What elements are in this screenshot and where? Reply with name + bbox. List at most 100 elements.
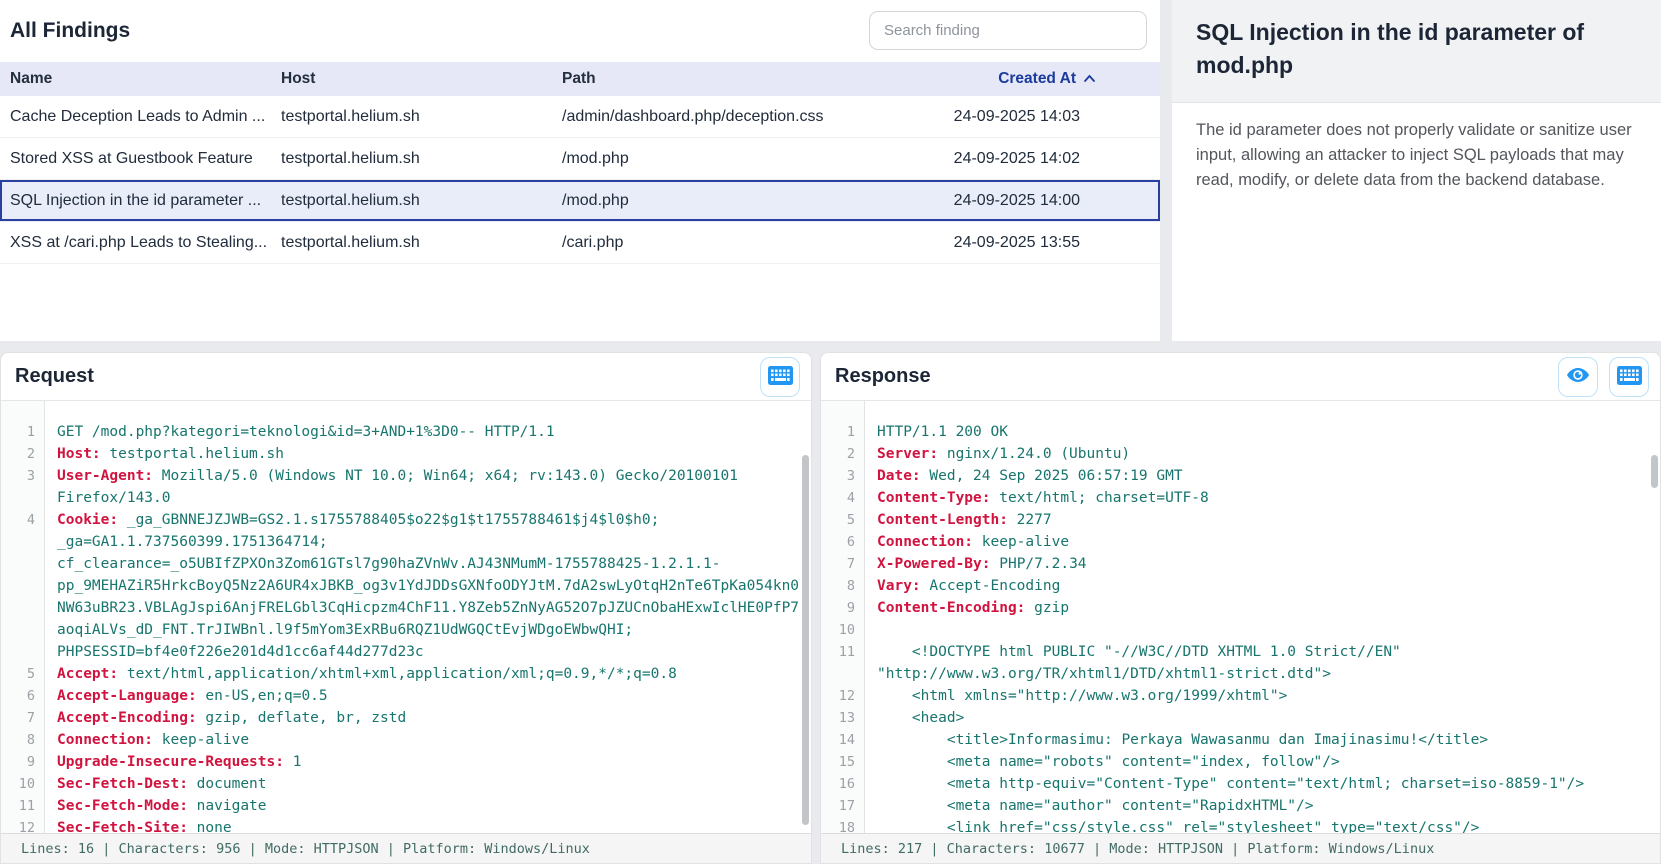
header-value: 2277: [1008, 512, 1052, 528]
column-header-name[interactable]: Name: [0, 70, 281, 88]
finding-name-cell: Cache Deception Leads to Admin ...: [0, 108, 281, 126]
header-value: keep-alive: [973, 534, 1069, 550]
header-key: Accept-Language:: [57, 688, 197, 704]
line-number: 2: [1, 443, 45, 465]
header-key: Connection:: [877, 534, 973, 550]
code-line: 6 Connection: keep-alive: [821, 531, 1660, 553]
code-line: 18 <link href="css/style.css" rel="style…: [821, 817, 1660, 833]
request-actions: [760, 357, 800, 397]
request-status-bar: Lines: 16 | Characters: 956 | Mode: HTTP…: [1, 833, 811, 863]
line-number: 8: [821, 575, 865, 597]
code-line: 1GET /mod.php?kategori=teknologi&id=3+AN…: [1, 421, 811, 443]
line-number: 13: [821, 707, 865, 729]
header-key: Vary:: [877, 578, 921, 594]
finding-row[interactable]: XSS at /cari.php Leads to Stealing...tes…: [0, 222, 1160, 264]
line-number: 18: [821, 817, 865, 833]
header-value: Wed, 24 Sep 2025 06:57:19 GMT: [921, 468, 1183, 484]
findings-title: All Findings: [10, 19, 130, 43]
line-number: 17: [821, 795, 865, 817]
keyboard-button[interactable]: [760, 357, 800, 397]
code-line: 5Accept: text/html,application/xhtml+xml…: [1, 663, 811, 685]
line-number: 14: [821, 729, 865, 751]
column-header-host[interactable]: Host: [281, 70, 562, 88]
finding-host-cell: testportal.helium.sh: [281, 150, 562, 168]
code-line: 11 <!DOCTYPE html PUBLIC "-//W3C//DTD XH…: [821, 641, 1660, 685]
code-text: <title>Informasimu: Perkaya Wawasanmu da…: [877, 732, 1488, 748]
code-text: <link href="css/style.css" rel="styleshe…: [877, 820, 1479, 833]
finding-detail-panel: SQL Injection in the id parameter of mod…: [1172, 0, 1661, 341]
line-number: 3: [1, 465, 45, 509]
response-scrollbar-thumb[interactable]: [1651, 455, 1658, 488]
response-title: Response: [835, 365, 931, 388]
response-actions: [1558, 357, 1649, 397]
finding-host-cell: testportal.helium.sh: [281, 108, 562, 126]
finding-detail-description: The id parameter does not properly valid…: [1172, 103, 1661, 193]
code-line: 7X-Powered-By: PHP/7.2.34: [821, 553, 1660, 575]
response-status-bar: Lines: 217 | Characters: 10677 | Mode: H…: [821, 833, 1660, 863]
header-value: en-US,en;q=0.5: [197, 688, 328, 704]
code-line: 8Connection: keep-alive: [1, 729, 811, 751]
header-value: PHP/7.2.34: [991, 556, 1087, 572]
line-number: 12: [821, 685, 865, 707]
code-text: [877, 622, 886, 638]
response-header: Response: [821, 353, 1660, 401]
header-key: Sec-Fetch-Dest:: [57, 776, 188, 792]
code-line: 5Content-Length: 2277: [821, 509, 1660, 531]
code-line: 3User-Agent: Mozilla/5.0 (Windows NT 10.…: [1, 465, 811, 509]
header-value: testportal.helium.sh: [101, 446, 284, 462]
header-key: Sec-Fetch-Site:: [57, 820, 188, 833]
finding-name-cell: SQL Injection in the id parameter ...: [0, 192, 281, 210]
header-key: Content-Type:: [877, 490, 991, 506]
line-number: 11: [821, 641, 865, 685]
code-text: GET /mod.php?kategori=teknologi&id=3+AND…: [57, 424, 555, 440]
finding-detail-title: SQL Injection in the id parameter of mod…: [1172, 0, 1661, 103]
search-finding-input[interactable]: [869, 11, 1147, 50]
header-key: Host:: [57, 446, 101, 462]
keyboard-button[interactable]: [1609, 357, 1649, 397]
line-number: 16: [821, 773, 865, 795]
header-value: document: [188, 776, 267, 792]
code-text: <meta http-equiv="Content-Type" content=…: [877, 776, 1584, 792]
header-key: User-Agent:: [57, 468, 153, 484]
finding-name-cell: Stored XSS at Guestbook Feature: [0, 150, 281, 168]
finding-created-cell: 24-09-2025 14:02: [910, 150, 1160, 168]
response-code-area[interactable]: 1HTTP/1.1 200 OK2Server: nginx/1.24.0 (U…: [821, 401, 1660, 833]
request-code-area[interactable]: 1GET /mod.php?kategori=teknologi&id=3+AN…: [1, 401, 811, 833]
finding-row[interactable]: Cache Deception Leads to Admin ...testpo…: [0, 96, 1160, 138]
finding-row[interactable]: Stored XSS at Guestbook Featuretestporta…: [0, 138, 1160, 180]
code-line: 12 <html xmlns="http://www.w3.org/1999/x…: [821, 685, 1660, 707]
column-header-path[interactable]: Path: [562, 70, 910, 88]
code-text: <html xmlns="http://www.w3.org/1999/xhtm…: [877, 688, 1287, 704]
header-value: Accept-Encoding: [921, 578, 1061, 594]
code-text: <head>: [877, 710, 964, 726]
keyboard-icon: [768, 366, 793, 388]
header-key: Content-Encoding:: [877, 600, 1025, 616]
code-line: 10Sec-Fetch-Dest: document: [1, 773, 811, 795]
finding-name-cell: XSS at /cari.php Leads to Stealing...: [0, 234, 281, 252]
header-value: text/html,application/xhtml+xml,applicat…: [118, 666, 677, 682]
line-number: 6: [821, 531, 865, 553]
code-line: 3Date: Wed, 24 Sep 2025 06:57:19 GMT: [821, 465, 1660, 487]
code-line: 8 Vary: Accept-Encoding: [821, 575, 1660, 597]
line-number: 4: [1, 509, 45, 663]
finding-row[interactable]: SQL Injection in the id parameter ...tes…: [0, 180, 1160, 222]
code-line: 2 Host: testportal.helium.sh: [1, 443, 811, 465]
header-value: text/html; charset=UTF-8: [991, 490, 1209, 506]
line-number: 6: [1, 685, 45, 707]
column-header-created-at-label: Created At: [998, 70, 1076, 88]
code-line: 13 <head>: [821, 707, 1660, 729]
finding-path-cell: /admin/dashboard.php/deception.css: [562, 108, 910, 126]
request-scrollbar-thumb[interactable]: [802, 455, 809, 825]
header-key: Connection:: [57, 732, 153, 748]
preview-button[interactable]: [1558, 357, 1598, 397]
code-line: 2Server: nginx/1.24.0 (Ubuntu): [821, 443, 1660, 465]
findings-table-header: Name Host Path Created At: [0, 62, 1160, 96]
column-header-created-at[interactable]: Created At: [910, 70, 1160, 88]
code-line: 9Upgrade-Insecure-Requests: 1: [1, 751, 811, 773]
line-number: 10: [821, 619, 865, 641]
line-number: 5: [1, 663, 45, 685]
line-number: 2: [821, 443, 865, 465]
header-value: _ga_GBNNEJZJWB=GS2.1.s1755788405$o22$g1$…: [57, 512, 799, 660]
findings-panel: All Findings Name Host Path Created At C…: [0, 0, 1160, 341]
response-panel: Response 1HTTP/1.1 200 OK2Server: nginx/…: [820, 352, 1661, 864]
